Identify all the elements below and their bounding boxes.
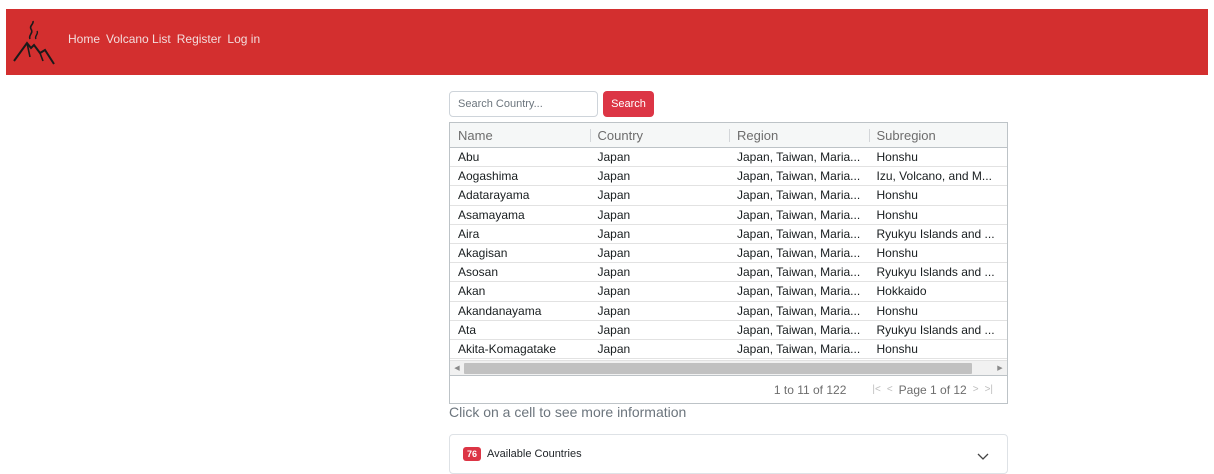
column-header-region[interactable]: Region [729, 123, 869, 147]
cell-region[interactable]: Japan, Taiwan, Maria... [729, 167, 869, 185]
cell-subregion[interactable]: Honshu [869, 340, 1008, 358]
cell-region[interactable]: Japan, Taiwan, Maria... [729, 340, 869, 358]
search-button[interactable]: Search [603, 91, 654, 117]
cell-region[interactable]: Japan, Taiwan, Maria... [729, 321, 869, 339]
column-header-country[interactable]: Country [589, 123, 730, 147]
main-nav: Home Volcano List Register Log in [68, 32, 260, 46]
grid-pagination: 1 to 11 of 122 |< < Page 1 of 12 > >| [450, 375, 1007, 403]
country-count-badge: 76 [463, 447, 482, 461]
cell-subregion[interactable]: Honshu [869, 206, 1008, 224]
cell-country[interactable]: Japan [590, 282, 730, 300]
table-row[interactable]: Aogashima Japan Japan, Taiwan, Maria... Izu… [450, 167, 1008, 187]
grid-body: Abu Japan Japan, Taiwan, Maria... Honshu Aog… [450, 148, 1007, 360]
cell-region[interactable]: Japan, Taiwan, Maria... [729, 302, 869, 320]
cell-name[interactable]: Aira [450, 225, 590, 243]
cell-name[interactable]: Akita-Komagatake [450, 340, 590, 358]
cell-subregion[interactable]: Honshu [869, 148, 1008, 166]
next-page-icon[interactable]: > [973, 384, 979, 395]
cell-name[interactable]: Akan [450, 282, 590, 300]
volcano-grid: Name Country Region Subregion Abu Japan Ja… [449, 122, 1008, 404]
cell-name[interactable]: Asamayama [450, 206, 590, 224]
cell-country[interactable]: Japan [590, 321, 730, 339]
column-header-name[interactable]: Name [450, 123, 590, 147]
search-bar: Search [449, 91, 654, 117]
horizontal-scrollbar[interactable]: ◀ ▶ [450, 360, 1007, 375]
cell-subregion[interactable]: Honshu [869, 186, 1008, 204]
accordion-label: Available Countries [487, 448, 582, 460]
cell-region[interactable]: Japan, Taiwan, Maria... [729, 263, 869, 281]
cell-name[interactable]: Adatarayama [450, 186, 590, 204]
cell-country[interactable]: Japan [590, 263, 730, 281]
last-page-icon[interactable]: >| [985, 384, 993, 395]
cell-region[interactable]: Japan, Taiwan, Maria... [729, 206, 869, 224]
scroll-track[interactable] [464, 362, 993, 374]
cell-subregion[interactable]: Ryukyu Islands and ... [869, 321, 1008, 339]
cell-subregion[interactable]: Ryukyu Islands and ... [869, 225, 1008, 243]
table-row[interactable]: Akandanayama Japan Japan, Taiwan, Maria...… [450, 302, 1007, 321]
cell-country[interactable]: Japan [590, 186, 730, 204]
cell-region[interactable]: Japan, Taiwan, Maria... [729, 186, 869, 204]
paging-summary: 1 to 11 of 122 [773, 382, 847, 397]
column-header-subregion[interactable]: Subregion [868, 123, 1008, 147]
cell-subregion[interactable]: Honshu [869, 244, 1008, 262]
scroll-thumb[interactable] [464, 362, 972, 374]
table-row[interactable]: Akan Japan Japan, Taiwan, Maria... Hokkaido [450, 282, 1008, 302]
volcano-logo-icon[interactable] [8, 12, 60, 72]
cell-region[interactable]: Japan, Taiwan, Maria... [729, 244, 869, 262]
cell-subregion[interactable]: Hokkaido [869, 282, 1008, 300]
scroll-left-icon[interactable]: ◀ [450, 361, 464, 376]
cell-region[interactable]: Japan, Taiwan, Maria... [729, 282, 869, 300]
paging-page-text: Page 1 of 12 [898, 382, 967, 397]
cell-name[interactable]: Asosan [450, 263, 590, 281]
grid-header: Name Country Region Subregion [450, 123, 1007, 148]
nav-home-link[interactable]: Home [68, 32, 100, 46]
cell-country[interactable]: Japan [590, 206, 730, 224]
table-row[interactable]: Akita-Komagatake Japan Japan, Taiwan, Mari… [450, 340, 1008, 360]
prev-page-icon[interactable]: < [887, 384, 893, 395]
cell-country[interactable]: Japan [590, 302, 730, 320]
cell-subregion[interactable]: Honshu [869, 302, 1008, 320]
cell-subregion[interactable]: Izu, Volcano, and M... [869, 167, 1008, 185]
table-row[interactable]: Ata Japan Japan, Taiwan, Maria... Ryukyu Is… [450, 321, 1007, 340]
cell-country[interactable]: Japan [590, 167, 730, 185]
cell-country[interactable]: Japan [590, 225, 730, 243]
table-row[interactable]: Akagisan Japan Japan, Taiwan, Maria... Hons… [450, 244, 1008, 264]
cell-name[interactable]: Akagisan [450, 244, 590, 262]
cell-region[interactable]: Japan, Taiwan, Maria... [729, 225, 869, 243]
cell-name[interactable]: Ata [450, 321, 590, 339]
table-row[interactable]: Aira Japan Japan, Taiwan, Maria... Ryukyu I… [450, 225, 1007, 244]
top-navbar: Home Volcano List Register Log in [6, 9, 1208, 75]
available-countries-accordion[interactable]: 76 Available Countries [449, 434, 1008, 474]
table-row[interactable]: Abu Japan Japan, Taiwan, Maria... Honshu [450, 148, 1008, 168]
cell-country[interactable]: Japan [590, 244, 730, 262]
cell-name[interactable]: Aogashima [450, 167, 590, 185]
cell-name[interactable]: Akandanayama [450, 302, 590, 320]
nav-register-link[interactable]: Register [177, 32, 222, 46]
nav-volcano-list-link[interactable]: Volcano List [106, 32, 171, 46]
table-row[interactable]: Asosan Japan Japan, Taiwan, Maria... Ryukyu… [450, 263, 1008, 283]
first-page-icon[interactable]: |< [872, 384, 880, 395]
cell-country[interactable]: Japan [590, 148, 730, 166]
scroll-right-icon[interactable]: ▶ [993, 361, 1007, 376]
cell-subregion[interactable]: Ryukyu Islands and ... [869, 263, 1008, 281]
cell-name[interactable]: Abu [450, 148, 590, 166]
search-country-input[interactable] [449, 91, 598, 117]
cell-region[interactable]: Japan, Taiwan, Maria... [729, 148, 869, 166]
nav-login-link[interactable]: Log in [227, 32, 260, 46]
table-row[interactable]: Asamayama Japan Japan, Taiwan, Maria... Hon… [450, 206, 1007, 225]
chevron-down-icon[interactable] [977, 448, 989, 466]
cell-click-hint: Click on a cell to see more information [449, 404, 687, 420]
table-row[interactable]: Adatarayama Japan Japan, Taiwan, Maria... H… [450, 186, 1008, 206]
cell-country[interactable]: Japan [590, 340, 730, 358]
